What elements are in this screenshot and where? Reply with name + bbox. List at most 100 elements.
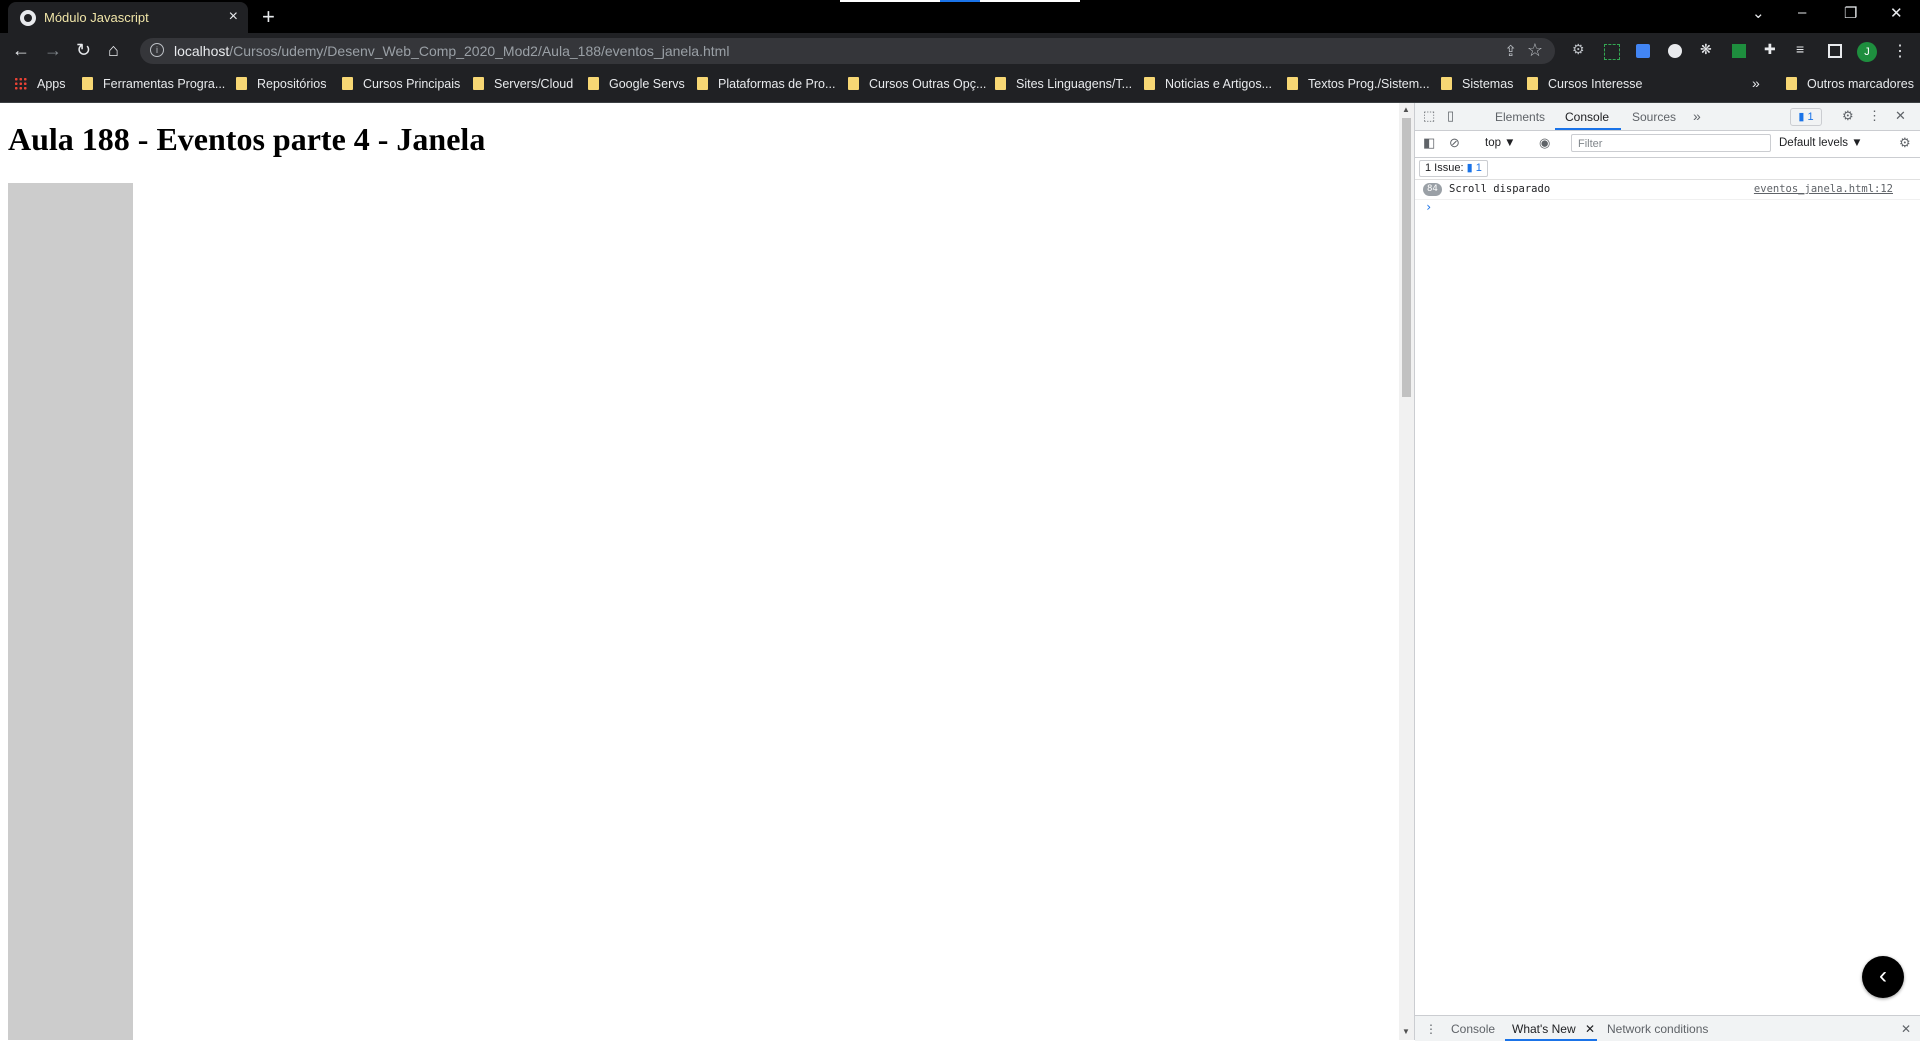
extension-circle-icon[interactable] <box>1668 44 1682 58</box>
console-message: 84 Scroll disparado eventos_janela.html:… <box>1415 181 1920 200</box>
page-scrollbar[interactable]: ▲ ▼ <box>1399 103 1414 1040</box>
inspect-element-icon[interactable]: ⬚ <box>1423 108 1435 124</box>
extensions-puzzle-icon[interactable]: ✚ <box>1764 41 1778 57</box>
folder-icon <box>82 77 93 90</box>
extension-screenshot-icon[interactable] <box>1604 44 1620 60</box>
tab-console[interactable]: Console <box>1565 110 1609 124</box>
drawer-tab-console[interactable]: Console <box>1451 1022 1495 1036</box>
bookmark-folder[interactable]: Cursos Outras Opç... <box>848 77 986 91</box>
devtools-menu-icon[interactable]: ⋮ <box>1868 108 1881 124</box>
title-divider <box>840 0 940 2</box>
context-selector[interactable]: top ▼ <box>1485 137 1516 149</box>
tab-sources[interactable]: Sources <box>1632 110 1676 124</box>
folder-icon <box>236 77 247 90</box>
settings-gear-icon[interactable]: ⚙ <box>1842 108 1854 124</box>
bookmark-folder[interactable]: Textos Prog./Sistem... <box>1287 77 1430 91</box>
devtools-tabbar: ⬚ ▯ Elements Console Sources » ▮ 1 ⚙ ⋮ ✕ <box>1415 103 1920 131</box>
url-text[interactable]: localhost/Cursos/udemy/Desenv_Web_Comp_2… <box>174 43 729 59</box>
apps-grid-icon <box>14 77 27 90</box>
bookmark-other[interactable]: Outros marcadores <box>1786 77 1914 91</box>
bookmark-folder[interactable]: Servers/Cloud <box>473 77 573 91</box>
browser-toolbar: ← → ↻ ⌂ i localhost/Cursos/udemy/Desenv_… <box>0 33 1920 69</box>
page-title: Aula 188 - Eventos parte 4 - Janela <box>8 121 486 157</box>
bookmark-folder[interactable]: Repositórios <box>236 77 326 91</box>
bookmark-folder[interactable]: Sites Linguagens/T... <box>995 77 1132 91</box>
reading-list-icon[interactable]: ≡ <box>1796 41 1810 57</box>
log-levels-dropdown[interactable]: Default levels ▼ <box>1779 137 1863 149</box>
extension-gear-icon[interactable]: ⚙ <box>1572 41 1586 57</box>
close-window-button[interactable]: ✕ <box>1890 4 1903 22</box>
clear-console-icon[interactable]: ⊘ <box>1449 135 1460 151</box>
title-divider <box>980 0 1080 2</box>
bookmarks-bar: Apps Ferramentas Progra... Repositórios … <box>0 69 1920 103</box>
scroll-down-icon[interactable]: ▼ <box>1402 1027 1410 1036</box>
live-expression-eye-icon[interactable]: ◉ <box>1539 135 1550 151</box>
devtools-close-icon[interactable]: ✕ <box>1895 108 1906 124</box>
more-tabs-icon[interactable]: » <box>1693 108 1701 124</box>
folder-icon <box>1144 77 1155 90</box>
profile-avatar[interactable]: J <box>1857 42 1877 62</box>
console-source-link[interactable]: eventos_janela.html:12 <box>1754 183 1893 195</box>
bookmark-folder[interactable]: Noticias e Artigos... <box>1144 77 1272 91</box>
bookmark-folder[interactable]: Ferramentas Progra... <box>82 77 225 91</box>
browser-titlebar: Módulo Javascript × + ⌄ – ❐ ✕ <box>0 0 1920 33</box>
scrollbar-thumb[interactable] <box>1402 118 1411 397</box>
tab-elements[interactable]: Elements <box>1495 110 1545 124</box>
browser-tab[interactable]: Módulo Javascript × <box>8 2 248 33</box>
bookmark-folder[interactable]: Cursos Principais <box>342 77 460 91</box>
folder-icon <box>1441 77 1452 90</box>
console-settings-icon[interactable]: ⚙ <box>1899 135 1911 151</box>
bookmarks-overflow-icon[interactable]: » <box>1752 75 1760 91</box>
folder-icon <box>697 77 708 90</box>
bookmark-star-icon[interactable]: ☆ <box>1527 40 1543 61</box>
forward-arrow-icon[interactable]: → <box>44 40 62 60</box>
devtools-panel: ⬚ ▯ Elements Console Sources » ▮ 1 ⚙ ⋮ ✕… <box>1414 103 1920 1041</box>
title-divider-accent <box>940 0 980 2</box>
tab-close-icon[interactable]: × <box>229 8 238 26</box>
issues-row: 1 Issue: ▮ 1 <box>1415 157 1920 180</box>
minimize-button[interactable]: – <box>1798 4 1806 21</box>
address-bar[interactable]: i localhost/Cursos/udemy/Desenv_Web_Comp… <box>140 38 1555 64</box>
sidebar-toggle-icon[interactable]: ◧ <box>1423 135 1435 151</box>
bookmark-apps[interactable]: Apps <box>14 77 66 91</box>
extension-react-icon[interactable]: ❋ <box>1700 41 1714 57</box>
issues-badge[interactable]: ▮ 1 <box>1790 108 1822 126</box>
bookmark-folder[interactable]: Google Servs <box>588 77 685 91</box>
drawer-menu-icon[interactable]: ⋮ <box>1425 1022 1437 1036</box>
folder-icon <box>1786 77 1797 90</box>
drawer-tab-network-conditions[interactable]: Network conditions <box>1607 1022 1708 1036</box>
reload-icon[interactable]: ↻ <box>76 40 91 60</box>
tab-search-icon[interactable]: ⌄ <box>1752 4 1765 22</box>
folder-icon <box>1527 77 1538 90</box>
side-panel-icon[interactable] <box>1828 44 1842 58</box>
folder-icon <box>1287 77 1298 90</box>
page-viewport[interactable]: Aula 188 - Eventos parte 4 - Janela <box>0 103 1399 1040</box>
bookmark-folder[interactable]: Sistemas <box>1441 77 1513 91</box>
issues-button[interactable]: 1 Issue: ▮ 1 <box>1419 160 1488 177</box>
gray-box <box>8 183 133 1040</box>
extension-blue-icon[interactable] <box>1636 44 1650 58</box>
collapse-chevron-icon[interactable]: ‹ <box>1862 956 1904 998</box>
drawer-close-icon[interactable]: ✕ <box>1901 1022 1911 1036</box>
repeat-count-badge: 84 <box>1423 183 1442 196</box>
drawer-tab-whats-new[interactable]: What's New <box>1512 1022 1576 1036</box>
globe-icon <box>20 10 36 26</box>
folder-icon <box>995 77 1006 90</box>
console-prompt[interactable]: › <box>1425 200 1432 214</box>
new-tab-button[interactable]: + <box>262 4 275 30</box>
bookmark-folder[interactable]: Plataformas de Pro... <box>697 77 835 91</box>
drawer-tab-close-icon[interactable]: ✕ <box>1585 1022 1595 1036</box>
scroll-up-icon[interactable]: ▲ <box>1402 105 1410 114</box>
browser-menu-icon[interactable]: ⋮ <box>1892 41 1908 61</box>
bookmark-folder[interactable]: Cursos Interesse <box>1527 77 1642 91</box>
back-arrow-icon[interactable]: ← <box>12 40 30 60</box>
devtools-drawer: ⋮ Console What's New ✕ Network condition… <box>1415 1015 1920 1041</box>
restore-button[interactable]: ❐ <box>1844 4 1857 22</box>
home-icon[interactable]: ⌂ <box>108 40 119 60</box>
console-filter-input[interactable]: Filter <box>1571 134 1771 152</box>
extension-green-icon[interactable] <box>1732 44 1746 58</box>
info-icon[interactable]: i <box>150 43 164 57</box>
device-toolbar-icon[interactable]: ▯ <box>1447 108 1454 124</box>
console-toolbar: ◧ ⊘ top ▼ ◉ Filter Default levels ▼ ⚙ <box>1415 130 1920 158</box>
share-icon[interactable]: ⇪ <box>1504 42 1517 60</box>
